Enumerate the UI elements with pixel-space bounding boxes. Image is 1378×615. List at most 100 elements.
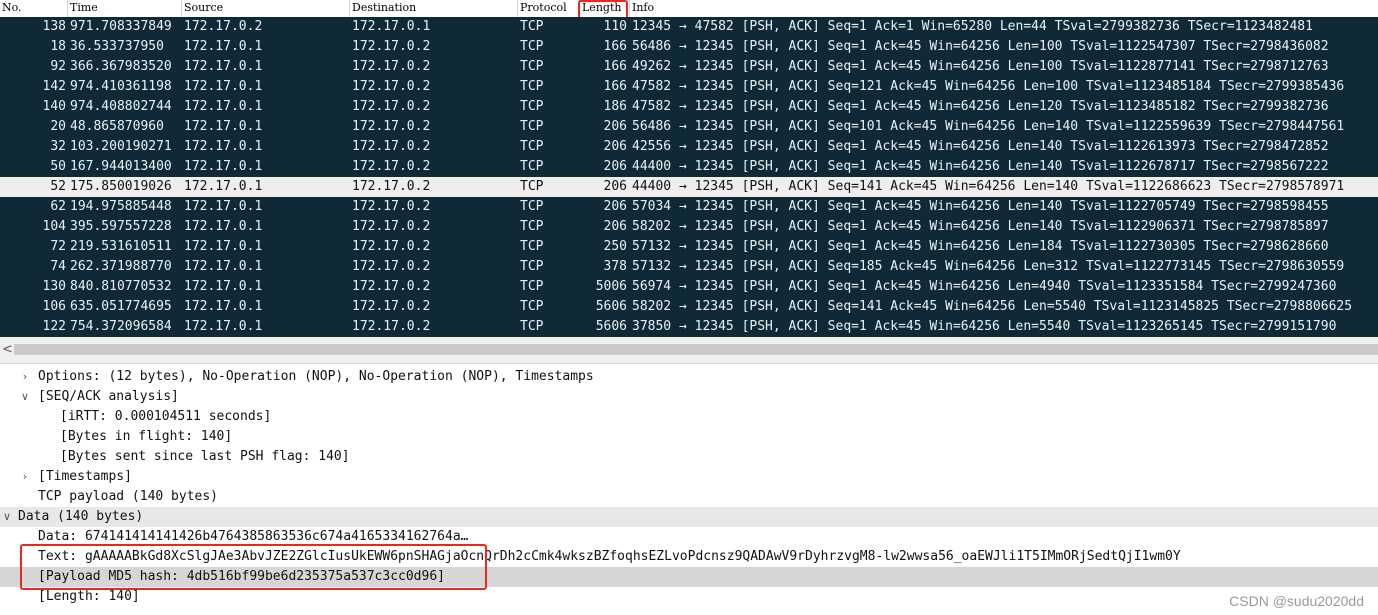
detail-row[interactable]: [Length: 140] [0, 587, 1378, 607]
detail-row[interactable]: ∨ [SEQ/ACK analysis] [0, 387, 1378, 407]
packet-length: 186 [603, 99, 627, 114]
detail-row-text: [Length: 140] [38, 589, 140, 604]
packet-time: 754.372096584 [70, 319, 172, 334]
packet-row[interactable]: 72 219.531610511 172.17.0.1 172.17.0.2 TCP 25… [0, 237, 1378, 257]
packet-no: 32 [50, 139, 66, 154]
packet-info: 37850 → 12345 [PSH, ACK] Seq=1 Ack=45 Wi… [632, 319, 1337, 334]
column-header-info[interactable]: Info [630, 0, 1378, 17]
packet-destination: 172.17.0.2 [352, 119, 431, 134]
packet-protocol: TCP [520, 39, 544, 54]
packet-row[interactable]: 138 971.708337849 172.17.0.2 172.17.0.1 TCP 1… [0, 17, 1378, 37]
packet-protocol: TCP [520, 299, 544, 314]
detail-row-text: Text: gAAAAABkGd8XcSlgJAe3AbvJZE2ZGlcIus… [38, 549, 1181, 564]
packet-source: 172.17.0.1 [184, 99, 263, 114]
packet-destination: 172.17.0.2 [352, 59, 431, 74]
detail-row[interactable]: [iRTT: 0.000104511 seconds] [0, 407, 1378, 427]
packet-destination: 172.17.0.2 [352, 279, 431, 294]
packet-destination: 172.17.0.2 [352, 179, 431, 194]
packet-details-tree[interactable]: › Options: (12 bytes), No-Operation (NOP)… [0, 364, 1378, 615]
detail-row[interactable]: TCP payload (140 bytes) [0, 487, 1378, 507]
collapse-chevron-right-icon[interactable]: › [19, 367, 31, 387]
detail-row-text: Data: 674141414141426b4764385863536c674a… [38, 529, 469, 544]
packet-length: 206 [603, 119, 627, 134]
packet-no: 18 [50, 39, 66, 54]
column-header-length[interactable]: Length [580, 0, 630, 17]
column-header-no[interactable]: No. [0, 0, 68, 17]
packet-length: 166 [603, 39, 627, 54]
detail-row[interactable]: › [Timestamps] [0, 467, 1378, 487]
packet-info: 49262 → 12345 [PSH, ACK] Seq=1 Ack=45 Wi… [632, 59, 1329, 74]
packet-row[interactable]: 18 36.533737950 172.17.0.1 172.17.0.2 TCP 166… [0, 37, 1378, 57]
packet-time: 262.371988770 [70, 259, 172, 274]
packet-row[interactable]: 92 366.367983520 172.17.0.1 172.17.0.2 TCP 16… [0, 57, 1378, 77]
packet-length: 206 [603, 199, 627, 214]
detail-row[interactable]: ∨ Data (140 bytes) [0, 507, 1378, 527]
packet-row[interactable]: 62 194.975885448 172.17.0.1 172.17.0.2 TCP 20… [0, 197, 1378, 217]
packet-row[interactable]: 20 48.865870960 172.17.0.1 172.17.0.2 TCP 206… [0, 117, 1378, 137]
packet-list[interactable]: 138 971.708337849 172.17.0.2 172.17.0.1 TCP 1… [0, 17, 1378, 337]
packet-destination: 172.17.0.2 [352, 299, 431, 314]
packet-time: 974.410361198 [70, 79, 172, 94]
packet-row[interactable]: 50 167.944013400 172.17.0.1 172.17.0.2 TCP 20… [0, 157, 1378, 177]
packet-destination: 172.17.0.2 [352, 139, 431, 154]
packet-protocol: TCP [520, 239, 544, 254]
packet-source: 172.17.0.1 [184, 259, 263, 274]
packet-no: 140 [42, 99, 66, 114]
packet-info: 12345 → 47582 [PSH, ACK] Seq=1 Ack=1 Win… [632, 19, 1313, 34]
detail-row-text: [Payload MD5 hash: 4db516bf99be6d235375a… [38, 569, 445, 584]
packet-protocol: TCP [520, 279, 544, 294]
packet-row[interactable]: 122 754.372096584 172.17.0.1 172.17.0.2 TCP 5… [0, 317, 1378, 337]
packet-time: 48.865870960 [70, 119, 164, 134]
packet-no: 50 [50, 159, 66, 174]
detail-row[interactable]: › Options: (12 bytes), No-Operation (NOP)… [0, 367, 1378, 387]
column-header-time[interactable]: Time [68, 0, 182, 17]
packet-row[interactable]: 130 840.810770532 172.17.0.1 172.17.0.2 TCP 5… [0, 277, 1378, 297]
packet-no: 138 [42, 19, 66, 34]
detail-row-text: [iRTT: 0.000104511 seconds] [60, 409, 272, 424]
scrollbar-track[interactable] [14, 344, 1378, 355]
collapse-chevron-right-icon[interactable]: › [19, 467, 31, 487]
column-header-source[interactable]: Source [182, 0, 350, 17]
packet-row[interactable]: 32 103.200190271 172.17.0.1 172.17.0.2 TCP 20… [0, 137, 1378, 157]
packet-row[interactable]: 142 974.410361198 172.17.0.1 172.17.0.2 TCP 1… [0, 77, 1378, 97]
packet-source: 172.17.0.1 [184, 219, 263, 234]
horizontal-scrollbar[interactable]: < [0, 337, 1378, 364]
packet-protocol: TCP [520, 59, 544, 74]
column-header-destination[interactable]: Destination [350, 0, 518, 17]
packet-time: 194.975885448 [70, 199, 172, 214]
detail-row[interactable]: Text: gAAAAABkGd8XcSlgJAe3AbvJZE2ZGlcIus… [0, 547, 1378, 567]
packet-length: 5606 [595, 319, 627, 334]
packet-protocol: TCP [520, 139, 544, 154]
packet-list-header: No. Time Source Destination Protocol Len… [0, 0, 1378, 18]
packet-info: 57132 → 12345 [PSH, ACK] Seq=1 Ack=45 Wi… [632, 239, 1329, 254]
packet-info: 56486 → 12345 [PSH, ACK] Seq=101 Ack=45 … [632, 119, 1345, 134]
packet-time: 395.597557228 [70, 219, 172, 234]
packet-destination: 172.17.0.2 [352, 159, 431, 174]
expand-chevron-down-icon[interactable]: ∨ [1, 507, 13, 527]
packet-length: 5606 [595, 299, 627, 314]
packet-protocol: TCP [520, 319, 544, 334]
scrollbar-thumb[interactable] [14, 344, 1378, 355]
packet-time: 103.200190271 [70, 139, 172, 154]
scroll-left-arrow-icon[interactable]: < [2, 342, 13, 357]
packet-row[interactable]: 104 395.597557228 172.17.0.1 172.17.0.2 TCP 2… [0, 217, 1378, 237]
packet-row[interactable]: 106 635.051774695 172.17.0.1 172.17.0.2 TCP 5… [0, 297, 1378, 317]
packet-length: 378 [603, 259, 627, 274]
packet-no: 122 [42, 319, 66, 334]
detail-row[interactable]: [Bytes sent since last PSH flag: 140] [0, 447, 1378, 467]
column-header-protocol[interactable]: Protocol [518, 0, 580, 17]
packet-time: 974.408802744 [70, 99, 172, 114]
packet-info: 57034 → 12345 [PSH, ACK] Seq=1 Ack=45 Wi… [632, 199, 1329, 214]
packet-length: 206 [603, 139, 627, 154]
packet-protocol: TCP [520, 159, 544, 174]
packet-row[interactable]: 140 974.408802744 172.17.0.1 172.17.0.2 TCP 1… [0, 97, 1378, 117]
detail-row[interactable]: Data: 674141414141426b4764385863536c674a… [0, 527, 1378, 547]
packet-row[interactable]: 52 175.850019026 172.17.0.1 172.17.0.2 TCP 20… [0, 177, 1378, 197]
detail-row[interactable]: [Payload MD5 hash: 4db516bf99be6d235375a… [0, 567, 1378, 587]
packet-source: 172.17.0.1 [184, 279, 263, 294]
packet-row[interactable]: 74 262.371988770 172.17.0.1 172.17.0.2 TCP 37… [0, 257, 1378, 277]
packet-source: 172.17.0.1 [184, 59, 263, 74]
detail-row[interactable]: [Bytes in flight: 140] [0, 427, 1378, 447]
packet-no: 104 [42, 219, 66, 234]
expand-chevron-down-icon[interactable]: ∨ [19, 387, 31, 407]
